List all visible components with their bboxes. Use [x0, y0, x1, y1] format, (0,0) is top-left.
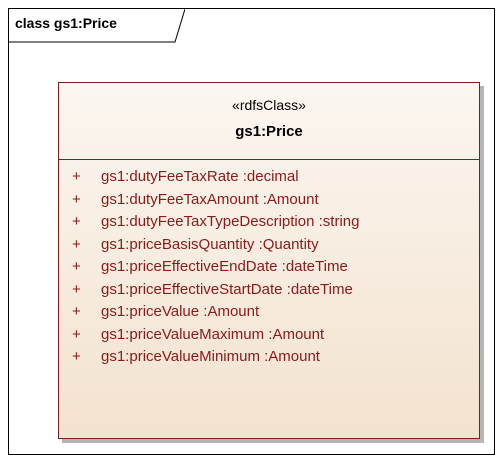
- attribute-text: gs1:priceValue :Amount: [101, 303, 260, 320]
- attribute-visibility: +: [72, 348, 81, 365]
- attribute-visibility: +: [72, 303, 81, 320]
- attribute-row[interactable]: + gs1:priceValueMinimum :Amount: [59, 346, 479, 369]
- attribute-row[interactable]: + gs1:dutyFeeTaxTypeDescription :string: [59, 211, 479, 234]
- attribute-visibility: +: [72, 258, 81, 275]
- attribute-text: gs1:dutyFeeTaxTypeDescription :string: [101, 213, 360, 230]
- attribute-row[interactable]: + gs1:dutyFeeTaxRate :decimal: [59, 166, 479, 189]
- attribute-text: gs1:priceEffectiveStartDate :dateTime: [101, 280, 353, 298]
- attribute-row[interactable]: + gs1:priceEffectiveStartDate :dateTime: [59, 279, 479, 302]
- diagram-frame-tab: class gs1:Price: [9, 9, 185, 43]
- attribute-text: gs1:priceEffectiveEndDate :dateTime: [101, 258, 348, 275]
- attribute-visibility: +: [72, 168, 81, 185]
- attribute-row[interactable]: + gs1:priceBasisQuantity :Quantity: [59, 234, 479, 257]
- attribute-visibility: +: [72, 235, 81, 253]
- attribute-text: gs1:priceValueMinimum :Amount: [101, 348, 320, 365]
- class-name: gs1:Price: [235, 123, 303, 140]
- attribute-row[interactable]: + gs1:priceValue :Amount: [59, 301, 479, 324]
- diagram-title: class gs1:Price: [15, 15, 117, 31]
- attribute-row[interactable]: + gs1:priceEffectiveEndDate :dateTime: [59, 256, 479, 279]
- attribute-visibility: +: [72, 280, 81, 298]
- class-box[interactable]: «rdfsClass» gs1:Price + gs1:dutyFeeTaxRa…: [58, 82, 480, 439]
- class-stereotype: «rdfsClass»: [232, 97, 306, 113]
- attribute-text: gs1:dutyFeeTaxAmount :Amount: [101, 190, 319, 208]
- attribute-text: gs1:dutyFeeTaxRate :decimal: [101, 168, 299, 185]
- attribute-visibility: +: [72, 325, 81, 343]
- attribute-row[interactable]: + gs1:priceValueMaximum :Amount: [59, 324, 479, 347]
- attribute-text: gs1:priceValueMaximum :Amount: [101, 325, 325, 343]
- attribute-text: gs1:priceBasisQuantity :Quantity: [101, 235, 319, 253]
- diagram-frame: class gs1:Price «rdfsClass» gs1:Price + …: [8, 8, 495, 455]
- class-header: «rdfsClass» gs1:Price: [59, 83, 479, 160]
- attribute-visibility: +: [72, 213, 81, 230]
- attribute-row[interactable]: + gs1:dutyFeeTaxAmount :Amount: [59, 189, 479, 212]
- attribute-visibility: +: [72, 190, 81, 208]
- attribute-list: + gs1:dutyFeeTaxRate :decimal + gs1:duty…: [59, 166, 479, 369]
